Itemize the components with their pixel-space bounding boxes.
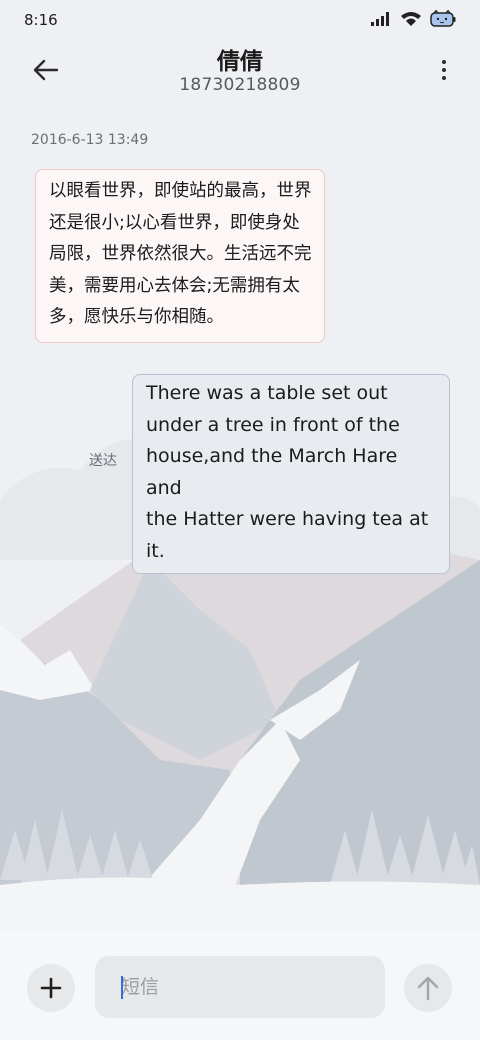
compose-bar [0, 932, 480, 1040]
message-line: There was a table set out [146, 382, 388, 404]
plus-icon [40, 977, 62, 999]
sent-message-bubble[interactable]: There was a table set out under a tree i… [132, 374, 450, 574]
message-line: under a tree in front of the [146, 413, 400, 436]
contact-number: 18730218809 [179, 75, 301, 95]
message-line: 美，需要用心去体会;无需拥有太 [49, 275, 300, 296]
message-line: 以眼看世界，即使站的最高，世界 [49, 181, 312, 201]
more-vertical-icon [442, 60, 446, 64]
status-icons [370, 10, 456, 28]
delivery-status: 送达 [89, 453, 117, 469]
more-vertical-icon-dot [442, 76, 446, 80]
wifi-icon [401, 12, 421, 26]
send-button[interactable] [404, 964, 452, 1012]
more-vertical-icon-dot [442, 68, 446, 72]
conversation-header: 倩倩 18730218809 [0, 40, 480, 102]
more-options-button[interactable] [430, 52, 458, 88]
arrow-up-icon [417, 976, 439, 1001]
status-bar: 8:16 [0, 0, 480, 40]
add-attachment-button[interactable] [27, 964, 75, 1012]
message-line: 多，愿快乐与你相随。 [49, 307, 224, 327]
received-message-bubble[interactable]: 以眼看世界，即使站的最高，世界 还是很小;以心看世界，即使身处 局限，世界依然很… [35, 169, 325, 343]
message-line: the Hatter were having tea at [146, 508, 429, 530]
status-time: 8:16 [24, 11, 58, 29]
signal-icon [371, 12, 389, 26]
message-timestamp: 2016-6-13 13:49 [31, 132, 149, 148]
message-line: 还是很小;以心看世界，即使身处 [49, 212, 300, 233]
contact-name: 倩倩 [217, 49, 263, 75]
message-line: house,and the March Hare and [146, 445, 398, 499]
message-line: 局限，世界依然很大。生活远不完 [49, 244, 312, 264]
message-line: it. [146, 539, 165, 562]
text-cursor [121, 976, 123, 999]
battery-icon [430, 10, 456, 27]
sms-input[interactable] [95, 956, 385, 1018]
